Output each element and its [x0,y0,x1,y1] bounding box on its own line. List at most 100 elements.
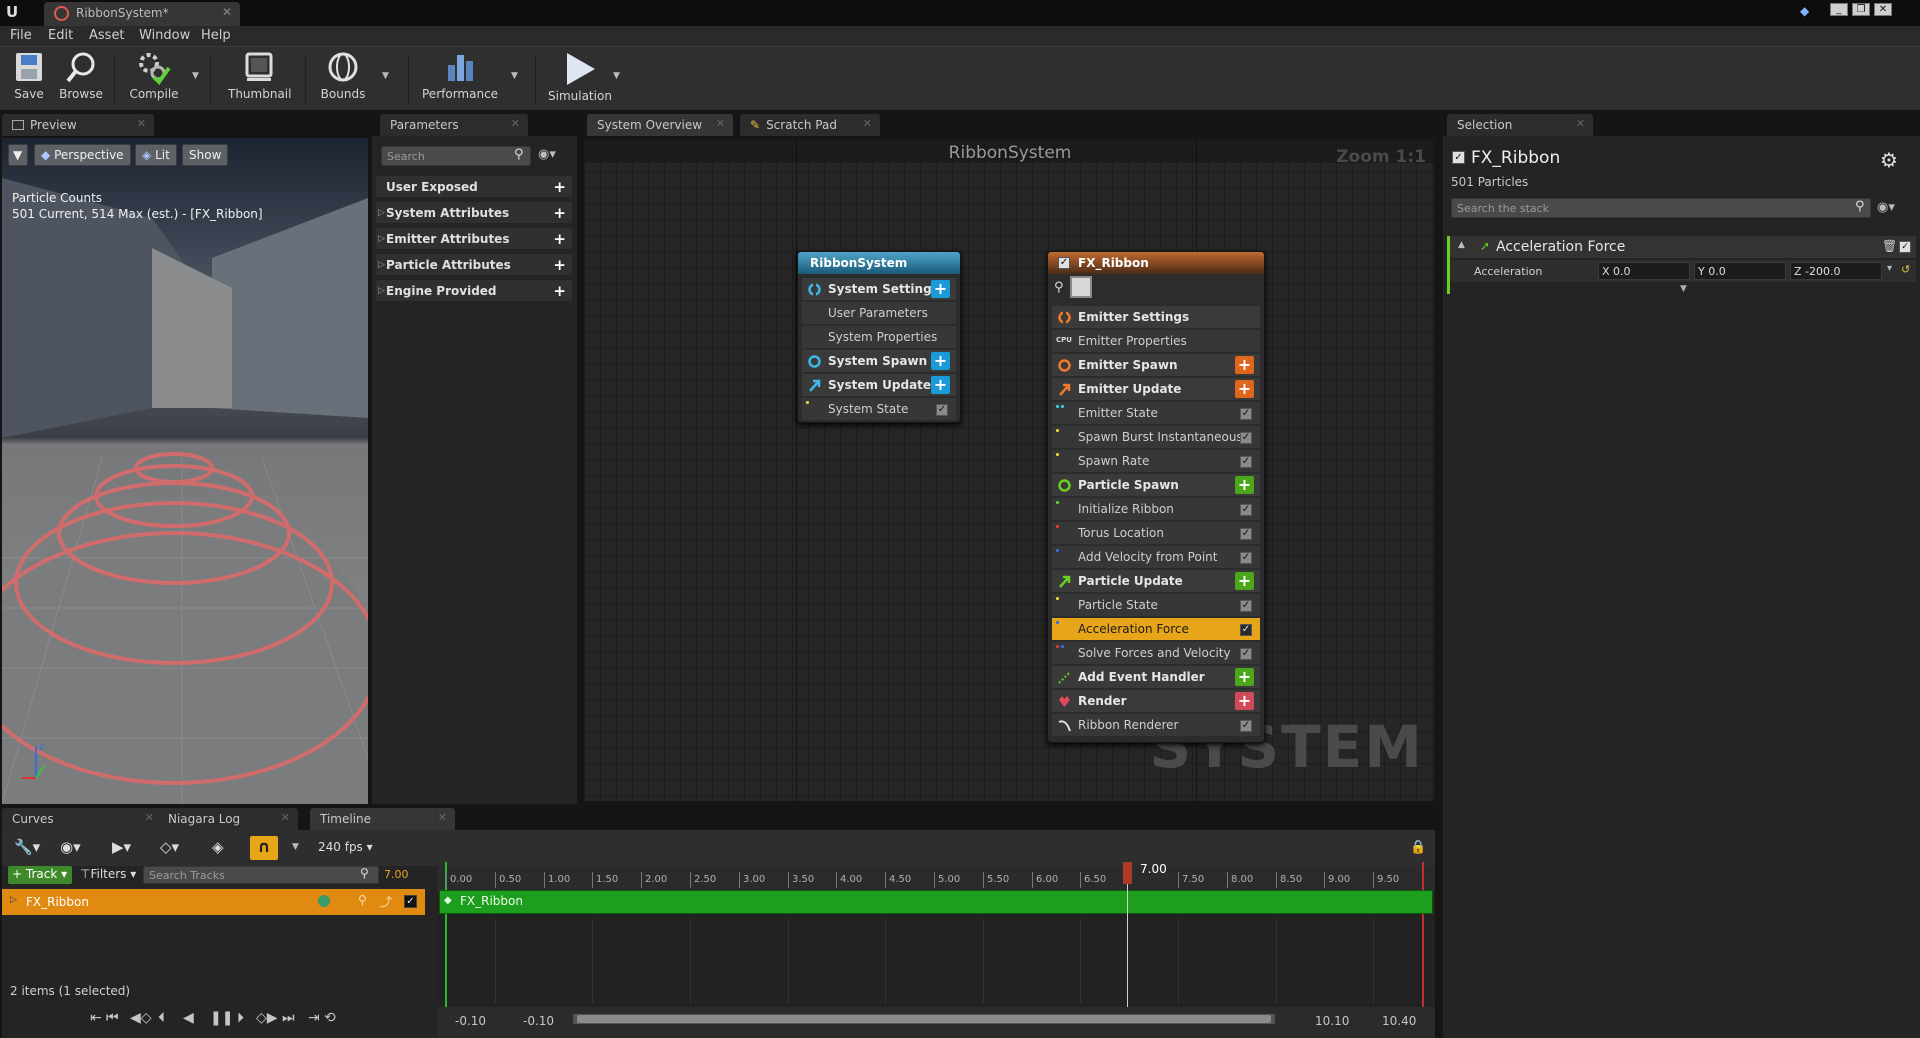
emitter-node[interactable]: ✓ FX_Ribbon ⚲ Emitter Settings CPU Emitte… [1047,251,1265,743]
track-enabled-checkbox[interactable]: ✓ [404,895,417,908]
expand-down-icon[interactable]: ▼ [1680,284,1687,294]
enabled-checkbox[interactable]: ✓ [1240,528,1252,540]
module-enabled-checkbox[interactable]: ✓ [1899,241,1911,253]
pin-icon[interactable]: ⚲ [1054,280,1064,295]
acceleration-x-input[interactable]: X 0.0 [1598,262,1690,280]
thumbnail-button[interactable]: Thumbnail [228,51,291,101]
menu-asset[interactable]: Asset [89,28,125,43]
node-row-add-event-handler[interactable]: Add Event Handler + [1052,666,1260,689]
node-row-emitter-state[interactable]: Emitter State ✓ [1052,402,1260,425]
simulation-button[interactable]: Simulation [548,51,612,103]
node-row-emitter-settings[interactable]: Emitter Settings [1052,306,1260,329]
close-window-button[interactable]: ✕ [1874,3,1892,16]
tab-preview[interactable]: Preview ✕ [2,114,154,136]
range-scrollbar-thumb[interactable] [577,1015,1271,1023]
lock-icon[interactable]: 🔒 [1410,840,1426,855]
param-group-system-attributes[interactable]: ▷ System Attributes + [376,202,572,224]
tab-timeline[interactable]: Timeline ✕ [310,808,455,830]
node-row-emitter-spawn[interactable]: Emitter Spawn + [1052,354,1260,377]
node-row-user-parameters[interactable]: User Parameters [802,302,956,325]
module-header-acceleration-force[interactable]: ▲ ➚ Acceleration Force 🗑 ✓ [1450,236,1916,258]
play-options-icon[interactable]: ▶▾ [112,838,131,856]
add-module-button[interactable]: + [1235,476,1254,494]
fps-selector[interactable]: 240 fps ▾ [318,840,373,854]
node-row-emitter-update[interactable]: Emitter Update + [1052,378,1260,401]
enabled-checkbox[interactable]: ✓ [1240,552,1252,564]
add-parameter-icon[interactable]: + [553,204,566,222]
node-row-particle-update[interactable]: Particle Update + [1052,570,1260,593]
browse-button[interactable]: Browse [58,51,104,101]
add-module-button[interactable]: + [1235,668,1254,686]
playhead-handle[interactable] [1123,862,1132,884]
save-button[interactable]: Save [10,51,48,101]
current-time-value[interactable]: 7.00 [384,868,409,881]
node-row-spawn-burst[interactable]: Spawn Burst Instantaneous ✓ [1052,426,1260,449]
add-parameter-icon[interactable]: + [553,178,566,196]
add-module-button[interactable]: + [1235,572,1254,590]
compile-button[interactable]: Compile [126,51,182,101]
enabled-checkbox[interactable]: ✓ [1240,456,1252,468]
snap-options-dropdown[interactable]: ▼ [292,842,299,852]
go-to-end-icon[interactable]: ⇥ [308,1010,320,1026]
param-group-user-exposed[interactable]: User Exposed + [376,176,572,198]
close-tab-icon[interactable]: ✕ [281,811,290,824]
add-module-button[interactable]: + [1235,356,1254,374]
emitter-enabled-checkbox[interactable]: ✓ [1058,257,1070,269]
close-tab-icon[interactable]: ✕ [145,811,154,824]
close-tab-icon[interactable]: ✕ [863,117,872,130]
perspective-button[interactable]: ◆ Perspective [34,144,131,166]
param-group-engine-provided[interactable]: ▷ Engine Provided + [376,280,572,302]
node-row-particle-state[interactable]: Particle State ✓ [1052,594,1260,617]
emitter-enabled-checkbox[interactable]: ✓ [1452,151,1465,164]
range-end-a[interactable]: 10.10 [1315,1014,1349,1028]
step-back-icon[interactable]: ⏮ [106,1010,119,1026]
go-to-start-icon[interactable]: ⇤ [90,1010,102,1026]
performance-button[interactable]: Performance [422,51,498,101]
range-start-b[interactable]: -0.10 [523,1014,554,1028]
filters-button[interactable]: ⊤Filters ▾ [80,867,136,881]
tab-scratch-pad[interactable]: ✎ Scratch Pad ✕ [740,114,880,136]
node-row-solve-forces[interactable]: Solve Forces and Velocity ✓ [1052,642,1260,665]
enabled-checkbox[interactable]: ✓ [1240,720,1252,732]
add-module-button[interactable]: + [931,352,950,370]
auto-key-icon[interactable]: ◈ [212,838,224,856]
add-module-button[interactable]: + [1235,380,1254,398]
delete-icon[interactable]: 🗑 [1882,239,1897,253]
node-row-system-state[interactable]: System State ✓ [802,398,956,421]
expand-arrow-icon[interactable]: ▷ [10,895,17,905]
node-row-system-properties[interactable]: System Properties [802,326,956,349]
close-tab-icon[interactable]: ✕ [137,117,146,130]
add-parameter-icon[interactable]: + [553,230,566,248]
enabled-checkbox[interactable]: ✓ [936,404,948,416]
tab-system-overview[interactable]: System Overview ✕ [587,114,733,136]
visibility-eye-icon[interactable]: ◉▾ [1877,200,1895,215]
range-start-a[interactable]: -0.10 [455,1014,486,1028]
node-row-particle-spawn[interactable]: Particle Spawn + [1052,474,1260,497]
node-row-emitter-properties[interactable]: CPU Emitter Properties [1052,330,1260,353]
node-row-torus-location[interactable]: Torus Location ✓ [1052,522,1260,545]
node-row-spawn-rate[interactable]: Spawn Rate ✓ [1052,450,1260,473]
snap-magnet-button[interactable]: ∩ [250,836,278,860]
stack-search-input[interactable]: Search the stack [1451,198,1871,218]
key-diamond-icon[interactable]: ◇▾ [160,838,179,856]
bounds-options-dropdown[interactable]: ▼ [382,71,389,81]
wrench-icon[interactable]: 🔧▾ [14,838,40,856]
tab-curves[interactable]: Curves ✕ [2,808,162,830]
range-end-b[interactable]: 10.40 [1382,1014,1416,1028]
acceleration-z-input[interactable]: Z -200.0 [1790,262,1882,280]
node-row-acceleration-force[interactable]: Acceleration Force ✓ [1052,618,1260,641]
step-frame-back-icon[interactable]: ⏴ [158,1010,165,1026]
search-tracks-input[interactable]: Search Tracks [143,866,379,884]
param-group-particle-attributes[interactable]: ▷ Particle Attributes + [376,254,572,276]
simulation-options-dropdown[interactable]: ▼ [613,71,620,81]
lit-button[interactable]: ◈ Lit [135,144,177,166]
node-row-add-velocity[interactable]: Add Velocity from Point ✓ [1052,546,1260,569]
play-reverse-icon[interactable]: ◀ [183,1010,194,1026]
system-node[interactable]: RibbonSystem System Settings + User Param… [797,251,961,423]
close-tab-icon[interactable]: ✕ [1576,117,1585,130]
settings-gear-icon[interactable]: ⚙ [1880,148,1898,172]
tab-parameters[interactable]: Parameters ✕ [380,114,528,136]
acceleration-y-input[interactable]: Y 0.0 [1694,262,1786,280]
enabled-checkbox[interactable]: ✓ [1240,624,1252,636]
enabled-checkbox[interactable]: ✓ [1240,600,1252,612]
